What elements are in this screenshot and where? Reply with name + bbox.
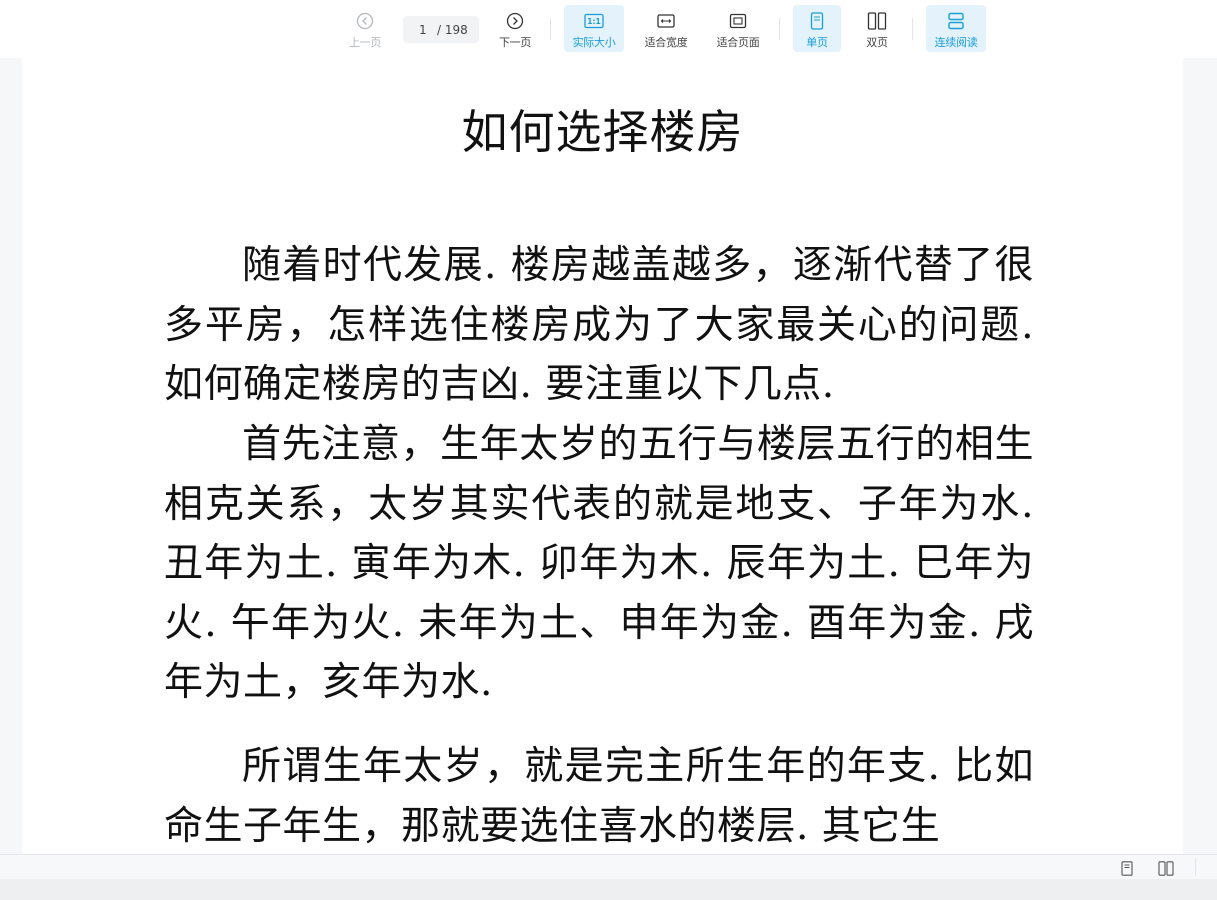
single-page-icon bbox=[807, 11, 827, 31]
document-title: 如何选择楼房 bbox=[461, 105, 744, 159]
next-page-button[interactable]: 下一页 bbox=[493, 5, 537, 52]
actual-size-label: 实际大小 bbox=[572, 36, 616, 49]
toolbar: 上一页 / 198 下一页 1:1 实际大小 适合宽度 适合页面 单页 bbox=[0, 0, 1217, 58]
status-divider bbox=[1195, 858, 1196, 876]
actual-size-icon-text: 1:1 bbox=[587, 17, 600, 26]
fit-width-button[interactable]: 适合宽度 bbox=[638, 5, 694, 52]
double-page-view-icon[interactable] bbox=[1157, 859, 1175, 877]
toolbar-divider bbox=[779, 18, 780, 40]
fit-width-icon bbox=[656, 11, 676, 31]
continuous-reading-button[interactable]: 连续阅读 bbox=[926, 5, 986, 52]
paragraph: 随着时代发展. 楼房越盖越多，逐渐代替了很多平房，怎样选住楼房成为了大家最关心的… bbox=[164, 243, 1034, 407]
toolbar-divider bbox=[912, 18, 913, 40]
actual-size-button[interactable]: 1:1 实际大小 bbox=[564, 5, 624, 52]
actual-size-icon: 1:1 bbox=[584, 11, 604, 31]
next-page-label: 下一页 bbox=[498, 36, 532, 49]
single-page-label: 单页 bbox=[806, 36, 828, 49]
page-total: / 198 bbox=[437, 22, 468, 37]
bottom-strip bbox=[0, 879, 1217, 900]
fit-page-icon bbox=[728, 11, 748, 31]
single-page-view-icon[interactable] bbox=[1118, 859, 1136, 877]
page-number-input[interactable] bbox=[419, 22, 431, 37]
paragraph: 首先注意，生年太岁的五行与楼层五行的相生相克关系，太岁其实代表的就是地支、子年为… bbox=[164, 422, 1034, 705]
chevron-left-circle-icon bbox=[355, 11, 375, 31]
fit-page-button[interactable]: 适合页面 bbox=[710, 5, 766, 52]
paragraph: 所谓生年太岁，就是完主所生年的年支. 比如命生子年生，那就要选住喜水的楼层. 其… bbox=[164, 744, 1034, 849]
prev-page-label: 上一页 bbox=[348, 36, 382, 49]
fit-page-label: 适合页面 bbox=[716, 36, 760, 49]
continuous-reading-label: 连续阅读 bbox=[934, 36, 978, 49]
continuous-reading-icon bbox=[946, 11, 966, 31]
prev-page-button[interactable]: 上一页 bbox=[343, 5, 387, 52]
double-page-icon bbox=[867, 11, 887, 31]
page-indicator: / 198 bbox=[403, 16, 479, 43]
status-bar bbox=[0, 854, 1217, 879]
double-page-label: 双页 bbox=[866, 36, 888, 49]
double-page-button[interactable]: 双页 bbox=[855, 5, 899, 52]
chevron-right-circle-icon bbox=[505, 11, 525, 31]
single-page-button[interactable]: 单页 bbox=[793, 5, 841, 52]
toolbar-divider bbox=[550, 18, 551, 40]
fit-width-label: 适合宽度 bbox=[644, 36, 688, 49]
document-page: 如何选择楼房 随着时代发展. 楼房越盖越多，逐渐代替了很多平房，怎样选住楼房成为… bbox=[22, 58, 1183, 854]
document-viewport[interactable]: 如何选择楼房 随着时代发展. 楼房越盖越多，逐渐代替了很多平房，怎样选住楼房成为… bbox=[0, 58, 1217, 854]
